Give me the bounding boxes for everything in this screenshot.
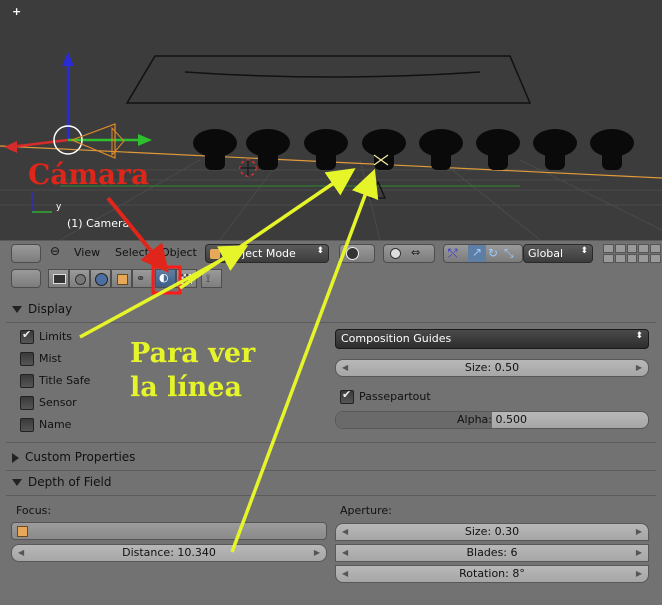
checkbox-icon [20, 374, 34, 388]
focus-label: Focus: [16, 504, 52, 517]
camera-data-tab[interactable]: ◐ [155, 269, 176, 288]
decrement-icon[interactable]: ◀ [342, 360, 348, 376]
orientation-label: Global [528, 247, 564, 260]
aperture-label: Aperture: [340, 504, 392, 517]
focus-distance-field[interactable]: ◀ Distance: 10.340 ▶ [11, 544, 327, 562]
checkbox-label: Title Safe [39, 374, 91, 387]
checkbox-label: Passepartout [359, 390, 431, 403]
field-value: Alpha: 0.500 [457, 413, 527, 426]
collapse-triangle-icon [12, 306, 22, 313]
divider [6, 322, 656, 323]
checkbox-label: Name [39, 418, 72, 431]
particles-tab[interactable]: ⟟ [201, 269, 222, 288]
field-value: Rotation: 8° [459, 567, 525, 580]
viewport-shading-icon[interactable] [339, 244, 375, 263]
composition-guides-dropdown[interactable]: Composition Guides ⬍ [335, 329, 649, 349]
select-menu[interactable]: Select [115, 246, 149, 259]
view-menu[interactable]: View [74, 246, 100, 259]
passepartout-checkbox[interactable]: Passepartout [340, 388, 431, 406]
checkbox-label: Mist [39, 352, 62, 365]
custom-properties-header[interactable]: Custom Properties [12, 450, 660, 470]
constraints-tab[interactable]: ⚭ [132, 269, 153, 288]
pivot-icon[interactable]: ⇔ [383, 244, 435, 263]
object-menu[interactable]: Object [161, 246, 197, 259]
focus-object-field[interactable] [11, 522, 327, 540]
divider [6, 442, 656, 443]
viewport-toggle-icon[interactable]: + [12, 5, 21, 18]
field-value: Size: 0.50 [464, 361, 520, 374]
name-checkbox[interactable]: Name [20, 418, 71, 434]
viewport-header: ⊖ View Select Object Object Mode ⬍ ⇔ ⤲ ↗… [0, 240, 662, 266]
expand-triangle-icon [12, 452, 19, 463]
orientation-dropdown[interactable]: Global ⬍ [523, 244, 593, 263]
mode-label: Object Mode [226, 247, 296, 260]
increment-icon[interactable]: ▶ [636, 360, 642, 376]
decrement-icon[interactable]: ◀ [342, 524, 348, 540]
properties-editor-type-icon[interactable] [11, 269, 41, 288]
checkbox-icon [20, 396, 34, 410]
increment-icon[interactable]: ▶ [636, 545, 642, 561]
dof-panel-title: Depth of Field [28, 475, 112, 489]
decrement-icon[interactable]: ◀ [342, 545, 348, 561]
aperture-size-field[interactable]: ◀ Size: 0.30 ▶ [335, 523, 649, 541]
decrement-icon[interactable]: ◀ [18, 545, 24, 561]
divider [6, 470, 656, 471]
line-annotation: Para ver la línea [130, 337, 255, 405]
blades-field[interactable]: ◀ Blades: 6 ▶ [335, 544, 649, 562]
mist-checkbox[interactable]: Mist [20, 352, 62, 368]
display-panel-header[interactable]: Display [12, 302, 660, 322]
render-tab[interactable] [48, 269, 69, 288]
divider [6, 495, 656, 496]
composition-label: Composition Guides [341, 332, 452, 345]
guide-size-field[interactable]: ◀ Size: 0.50 ▶ [335, 359, 649, 377]
display-panel-title: Display [28, 302, 73, 316]
field-value: Distance: 10.340 [122, 546, 216, 559]
active-object-label: (1) Camera [67, 217, 130, 230]
properties-tabs: ⚭ ◐ ⟟ [0, 265, 662, 292]
object-tab[interactable] [111, 269, 132, 288]
dropdown-arrow-icon: ⬍ [316, 246, 324, 256]
collapse-triangle-icon [12, 479, 22, 486]
increment-icon[interactable]: ▶ [636, 524, 642, 540]
menu-collapse-icon[interactable]: ⊖ [50, 244, 60, 258]
3d-viewport[interactable]: + y (1) Camera [0, 0, 662, 240]
line-annotation-2: la línea [130, 372, 242, 403]
dropdown-arrow-icon: ⬍ [580, 246, 588, 256]
field-value: Size: 0.30 [464, 525, 520, 538]
manipulator-icon[interactable]: ⤲ ↗ ↻ ⤡ [443, 244, 523, 263]
dropdown-arrow-icon: ⬍ [635, 331, 643, 341]
sensor-checkbox[interactable]: Sensor [20, 396, 77, 412]
object-icon [17, 526, 28, 537]
world-tab[interactable] [90, 269, 111, 288]
editor-type-icon[interactable] [11, 244, 41, 263]
decrement-icon[interactable]: ◀ [342, 566, 348, 582]
checkbox-icon [20, 328, 34, 344]
dof-panel-header[interactable]: Depth of Field [12, 475, 660, 495]
alpha-slider[interactable]: Alpha: 0.500 [335, 411, 649, 429]
line-annotation-1: Para ver [130, 338, 256, 369]
axis-label: y [56, 202, 62, 212]
texture-tab[interactable] [176, 269, 197, 288]
checkbox-icon [340, 388, 354, 404]
checkbox-icon [20, 418, 34, 432]
properties-panel: Display Limits Mist Title Safe Sensor Na… [6, 292, 656, 605]
custom-properties-title: Custom Properties [25, 450, 136, 464]
checkbox-label: Limits [39, 330, 72, 343]
object-mode-icon [210, 249, 220, 259]
viewport-scene [0, 52, 662, 240]
checkbox-label: Sensor [39, 396, 77, 409]
limits-checkbox[interactable]: Limits [20, 328, 72, 346]
increment-icon[interactable]: ▶ [636, 566, 642, 582]
field-value: Blades: 6 [466, 546, 518, 559]
title-safe-checkbox[interactable]: Title Safe [20, 374, 90, 390]
scene-tab[interactable] [69, 269, 90, 288]
rotation-field[interactable]: ◀ Rotation: 8° ▶ [335, 565, 649, 583]
camera-annotation: Cámara [28, 158, 150, 191]
mode-dropdown[interactable]: Object Mode ⬍ [205, 244, 329, 263]
checkbox-icon [20, 352, 34, 366]
layers-grid[interactable] [603, 244, 661, 263]
increment-icon[interactable]: ▶ [314, 545, 320, 561]
